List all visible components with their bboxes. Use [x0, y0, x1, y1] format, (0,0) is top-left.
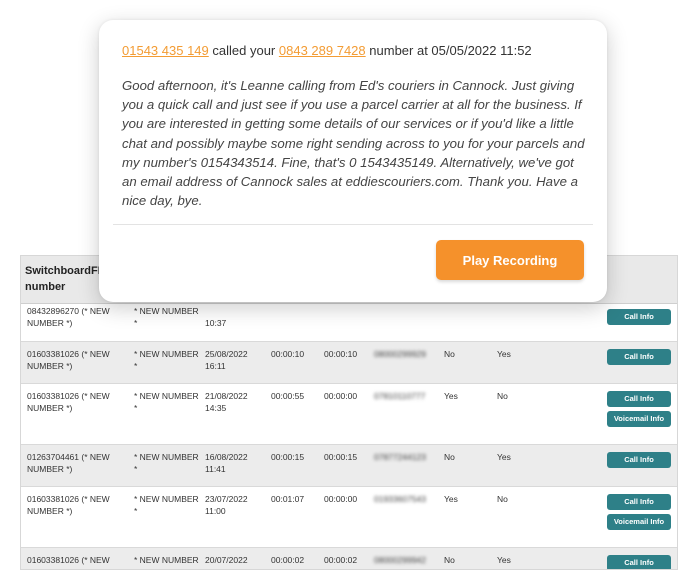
row-talk-time-cell: 00:00:00: [324, 391, 358, 401]
row-duration-cell: 00:00:55: [271, 391, 305, 401]
row-duration-cell: 00:00:15: [271, 452, 305, 462]
voicemail-info-button[interactable]: Voicemail Info: [607, 514, 671, 530]
voicemail-info-button[interactable]: Voicemail Info: [607, 411, 671, 427]
row-new-number-cell: * NEW NUMBER *: [134, 349, 199, 371]
row-recorded-cell: Yes: [497, 349, 511, 359]
row-new-number-cell: * NEW NUMBER *: [134, 494, 199, 516]
called-your-text: called your: [212, 43, 276, 58]
row-caller-cell: 07810110777: [374, 391, 426, 401]
row-date-cell: 16/08/2022 11:41: [205, 452, 248, 474]
call-transcript-modal: 01543 435 149 called your 0843 289 7428 …: [99, 20, 607, 302]
row-duration-cell: 00:01:07: [271, 494, 305, 504]
row-recorded-cell: Yes: [497, 452, 511, 462]
header-line-1: SwitchboardFR: [25, 265, 106, 277]
row-number-cell: 01603381026 (* NEW NUMBER *): [27, 391, 110, 413]
row-date-cell: 20/07/2022 16:27: [205, 555, 248, 569]
row-new-number-cell: * NEW NUMBER *: [134, 452, 199, 474]
caller-number-link[interactable]: 01543 435 149: [122, 43, 209, 58]
table-body: 08432896270 (* NEW NUMBER *) * NEW NUMBER…: [21, 304, 677, 569]
row-recorded-cell: Yes: [497, 555, 511, 565]
row-number-cell: 01603381026 (* NEW NUMBER *): [27, 349, 110, 371]
row-date-cell: 23/07/2022 11:00: [205, 494, 248, 516]
row-talk-time-cell: 00:00:15: [324, 452, 358, 462]
call-info-button[interactable]: Call Info: [607, 391, 671, 407]
row-answered-cell: No: [444, 555, 455, 565]
row-caller-cell: 07877244123: [374, 452, 427, 462]
row-caller-cell: 08000299929: [374, 349, 427, 359]
row-caller-cell: 08000299942: [374, 555, 427, 565]
row-recorded-cell: No: [497, 494, 508, 504]
table-row: 01603381026 (* NEW NUMBER *) * NEW NUMBER…: [21, 487, 677, 548]
call-info-button[interactable]: Call Info: [607, 309, 671, 325]
row-talk-time-cell: 00:00:10: [324, 349, 358, 359]
table-row: 01603381026 (* NEW NUMBER *) * NEW NUMBER…: [21, 548, 677, 569]
row-answered-cell: Yes: [444, 494, 458, 504]
header-line-2: number: [25, 281, 66, 293]
row-number-cell: 01603381026 (* NEW NUMBER *): [27, 494, 110, 516]
row-caller-cell: 01933607543: [374, 494, 427, 504]
dialed-number-link[interactable]: 0843 289 7428: [279, 43, 366, 58]
row-date-cell: 25/08/2022 16:11: [205, 349, 248, 371]
row-duration-cell: 00:00:02: [271, 555, 305, 565]
row-talk-time-cell: 00:00:02: [324, 555, 358, 565]
call-log-table: SwitchboardFR number 08432896270 (* NEW …: [20, 255, 678, 570]
row-talk-time-cell: 00:00:00: [324, 494, 358, 504]
row-number-cell: 08432896270 (* NEW NUMBER *): [27, 306, 110, 328]
row-answered-cell: No: [444, 452, 455, 462]
table-row: 08432896270 (* NEW NUMBER *) * NEW NUMBER…: [21, 304, 677, 342]
table-row: 01263704461 (* NEW NUMBER *) * NEW NUMBER…: [21, 445, 677, 487]
row-number-cell: 01603381026 (* NEW NUMBER *): [27, 555, 110, 569]
row-date-cell: 10:37: [205, 318, 227, 328]
row-new-number-cell: * NEW NUMBER *: [134, 391, 199, 413]
call-info-button[interactable]: Call Info: [607, 349, 671, 365]
row-number-cell: 01263704461 (* NEW NUMBER *): [27, 452, 110, 474]
row-answered-cell: Yes: [444, 391, 458, 401]
call-info-button[interactable]: Call Info: [607, 494, 671, 510]
play-recording-button[interactable]: Play Recording: [436, 240, 584, 280]
call-summary-line: 01543 435 149 called your 0843 289 7428 …: [122, 43, 532, 58]
row-new-number-cell: * NEW NUMBER *: [134, 555, 199, 569]
row-new-number-cell: * NEW NUMBER *: [134, 306, 199, 328]
row-recorded-cell: No: [497, 391, 508, 401]
modal-divider: [113, 224, 593, 225]
table-row: 01603381026 (* NEW NUMBER *) * NEW NUMBER…: [21, 384, 677, 445]
table-row: 01603381026 (* NEW NUMBER *) * NEW NUMBER…: [21, 342, 677, 384]
number-at-text: number at 05/05/2022 11:52: [369, 43, 532, 58]
row-answered-cell: No: [444, 349, 455, 359]
transcript-text: Good afternoon, it's Leanne calling from…: [122, 78, 585, 209]
call-info-button[interactable]: Call Info: [607, 555, 671, 569]
call-info-button[interactable]: Call Info: [607, 452, 671, 468]
row-date-cell: 21/08/2022 14:35: [205, 391, 248, 413]
row-duration-cell: 00:00:10: [271, 349, 305, 359]
